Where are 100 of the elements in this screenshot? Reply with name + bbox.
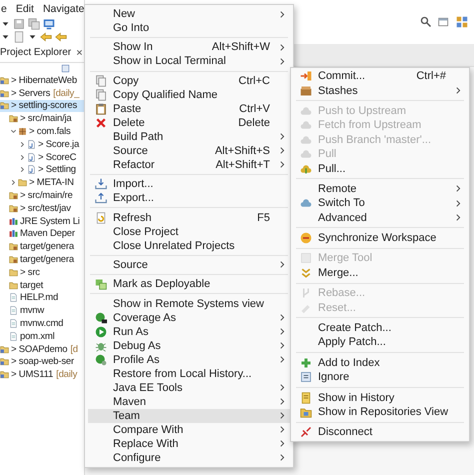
grid-icon[interactable] [456,16,468,28]
profile-icon [94,354,106,366]
chevron-icon[interactable] [19,140,26,148]
menu-item[interactable]: New [88,7,290,21]
menu-item[interactable]: Build Path [88,130,290,144]
menu-item[interactable]: Refactor Alt+Shift+T [88,158,290,172]
menu-item[interactable]: Import... [88,177,290,192]
stash-icon [300,84,312,97]
menu-item[interactable]: Configure [88,450,290,465]
plus-icon [300,356,312,369]
menu-item[interactable]: Pull... [294,161,466,176]
tree-item[interactable]: > UMS111 [daily [0,368,84,382]
shortcut-label: Ctrl+# [416,70,447,82]
tree-item[interactable]: > settling-scores [0,100,84,112]
menu-item[interactable]: Ignore [294,370,466,384]
menu-item[interactable]: Commit... Ctrl+# [294,69,466,84]
square-icon[interactable] [61,64,70,73]
source-folder-icon [9,114,18,124]
search-icon[interactable] [420,16,432,28]
menu-item[interactable]: Apply Patch... [294,335,466,350]
menu-item[interactable]: Copy Qualified Name [88,88,290,102]
tree-item[interactable]: target [0,278,84,292]
chevron-icon[interactable] [10,128,17,136]
commit-icon [300,70,312,82]
sync-icon [300,232,312,244]
menu-item[interactable]: Show In Alt+Shift+W [88,40,290,54]
cloud-icon [300,148,312,160]
menu-item[interactable]: Restore from Local History... [88,366,290,381]
menu-item[interactable]: Paste Ctrl+V [88,102,290,116]
tree-item[interactable]: > src/test/jav [0,202,84,215]
tree-item[interactable]: HELP.md [0,292,84,304]
menu-item[interactable]: Close Project [88,224,290,238]
menu-item[interactable]: Mark as Deployable [88,277,290,292]
tree-item[interactable]: JRE System Li [0,214,84,228]
menu-item[interactable]: Merge... [294,266,466,280]
menu-item[interactable]: Go Into [88,21,290,35]
menu-item[interactable]: Compare With [88,422,290,437]
tree-item[interactable]: > src/main/ja [0,112,84,126]
tree-item[interactable]: > Servers [daily_ [0,86,84,100]
menu-item[interactable]: Close Unrelated Projects [88,238,290,252]
tree-item[interactable]: > ScoreC [0,150,84,164]
chevron-icon[interactable] [10,179,17,186]
menu-item[interactable]: Delete Delete [88,116,290,130]
window-icon[interactable] [438,16,450,28]
menu-item[interactable]: Maven [88,394,290,409]
menu-item[interactable]: Show in Remote Systems view [88,296,290,311]
menu-item[interactable]: Source [88,258,290,272]
tree-item[interactable]: target/genera [0,240,84,254]
rebase-icon [300,287,312,300]
tree-item[interactable]: > src [0,266,84,279]
source-folder-icon [9,242,18,252]
tree-item[interactable]: target/genera [0,253,84,266]
menu-item[interactable]: Profile As [88,352,290,367]
menu-item[interactable]: Team [88,408,290,423]
menu-item[interactable]: Refresh F5 [88,210,290,224]
tree-item[interactable]: > HibernateWeb [0,74,84,87]
branch-label: [d [70,344,78,355]
menu-bar-item[interactable]: Edit [16,2,34,14]
chevron-icon[interactable] [19,166,26,174]
menu-item[interactable]: Create Patch... [294,320,466,336]
tree-item[interactable]: Maven Deper [0,228,84,240]
menu-item[interactable]: Add to Index [294,356,466,370]
menu-item[interactable]: Debug As [88,338,290,353]
tree-item[interactable]: > SOAPdemo [d [0,342,84,356]
menu-item[interactable]: Show in History [294,390,466,405]
menu-item[interactable]: Java EE Tools [88,380,290,395]
tree-item[interactable]: mvnw.cmd [0,317,84,330]
tree-item[interactable]: > Settling [0,164,84,176]
menu-item[interactable]: Synchronize Workspace [294,230,466,246]
menu-item[interactable]: Coverage As [88,310,290,325]
menu-item[interactable]: Advanced [294,210,466,225]
menu-item[interactable]: Export... [88,191,290,206]
menu-item[interactable]: Stashes [294,83,466,98]
tree-item[interactable]: pom.xml [0,330,84,343]
tree-item[interactable]: > META-IN [0,176,84,190]
menu-item[interactable]: Replace With [88,436,290,451]
menu-item[interactable]: Copy Ctrl+C [88,74,290,88]
monitor-icon[interactable] [43,18,55,30]
tree-item[interactable]: > Score.ja [0,138,84,151]
tray-arrow-icon [94,192,106,204]
arrow-icon[interactable] [55,30,67,42]
menu-item[interactable]: Show in Local Terminal [88,54,290,68]
source-folder-icon [9,191,18,200]
menu-bar-item[interactable]: Navigate [42,2,84,14]
menu-bar-item[interactable]: e [1,2,7,14]
chevron-icon[interactable] [19,154,26,161]
close-icon[interactable] [75,48,84,57]
tree-item[interactable]: > src/main/re [0,189,84,202]
tree-item[interactable]: > com.fals [0,125,84,138]
shortcut-label: Ctrl+C [238,74,271,87]
menu-item[interactable]: Source Alt+Shift+S [88,144,290,158]
delete-icon [94,116,106,129]
menu-item[interactable]: Switch To [294,196,466,211]
menu-item[interactable]: Disconnect [294,425,466,440]
menu-item[interactable]: Remote [294,182,466,196]
tree-item[interactable]: mvnw [0,304,84,318]
menu-item[interactable]: Show in Repositories View [294,404,466,420]
file-icon [9,293,18,302]
menu-item[interactable]: Run As [88,324,290,339]
tree-item[interactable]: > soap-web-ser [0,356,84,368]
